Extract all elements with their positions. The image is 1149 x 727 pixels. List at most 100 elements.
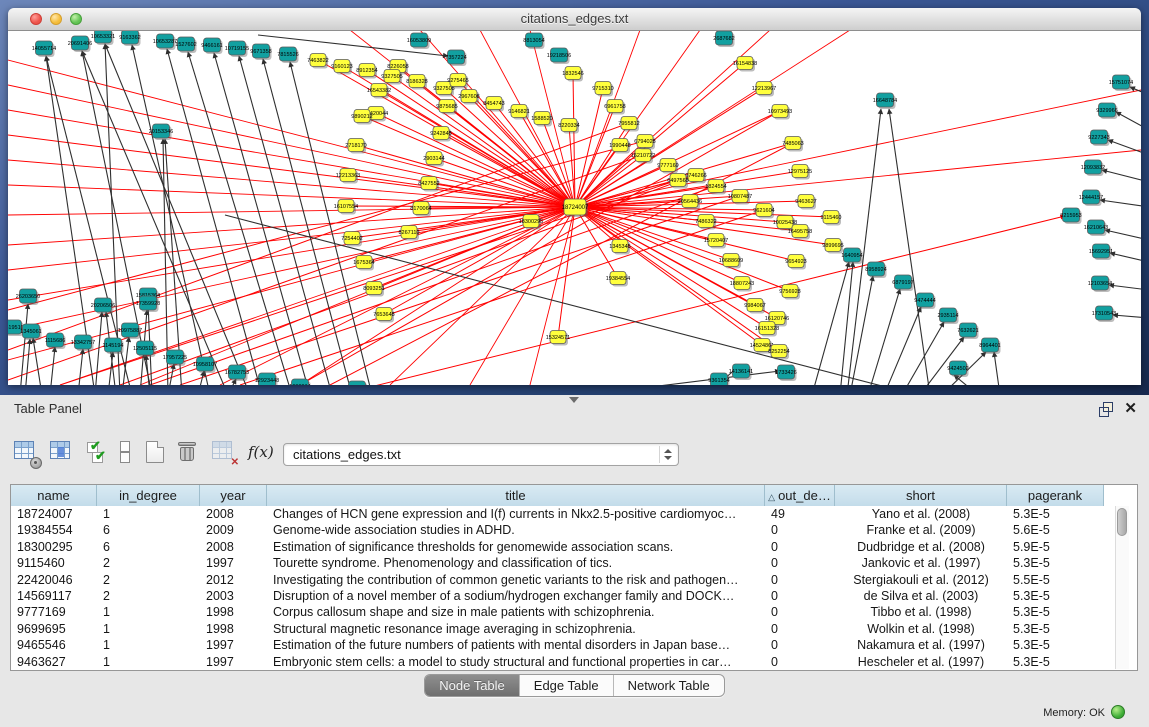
graph-node[interactable]: 7653648: [373, 308, 394, 323]
graph-node[interactable]: 8427552: [418, 177, 439, 192]
graph-node[interactable]: 10807487: [728, 190, 752, 205]
new-column-icon[interactable]: [146, 441, 170, 465]
graph-node[interactable]: 1345345: [609, 240, 630, 255]
graph-node[interactable]: 7485063: [782, 137, 803, 152]
graph-node[interactable]: 1527602: [175, 37, 196, 53]
graph-node[interactable]: 12213967: [752, 82, 776, 97]
show-columns-icon[interactable]: [50, 441, 74, 465]
graph-node[interactable]: 9777169: [657, 159, 678, 174]
graph-node[interactable]: 18724007: [562, 199, 589, 217]
graph-node[interactable]: 9984067: [744, 299, 765, 314]
graph-node[interactable]: 10653321: [91, 31, 115, 45]
graph-node[interactable]: 12923448: [255, 373, 279, 385]
graph-node[interactable]: 19218506: [547, 48, 571, 64]
graph-node[interactable]: 9474444: [914, 293, 935, 309]
table-mode-icon[interactable]: [14, 441, 38, 465]
column-header-short[interactable]: short: [835, 485, 1007, 506]
table-row[interactable]: 2242004622012Investigating the contribut…: [11, 572, 1137, 588]
graph-node[interactable]: 8093251: [363, 282, 384, 297]
graph-node[interactable]: 1115686: [45, 333, 66, 349]
graph-node[interactable]: 8958924: [865, 262, 886, 278]
graph-node[interactable]: 2903144: [423, 152, 444, 167]
graph-node[interactable]: 8964401: [979, 338, 1000, 354]
graph-node[interactable]: 12505115: [133, 341, 157, 357]
graph-node[interactable]: 19384554: [606, 272, 630, 287]
graph-node[interactable]: 2718170: [345, 139, 366, 154]
graph-node[interactable]: 8215953: [1060, 208, 1081, 224]
graph-node[interactable]: 10958107: [193, 357, 217, 373]
graph-node[interactable]: 9361354: [708, 373, 729, 385]
graph-node[interactable]: 7955812: [618, 117, 639, 132]
table-row[interactable]: 977716911998Corpus callosum shape and si…: [11, 604, 1137, 620]
graph-node[interactable]: 16648784: [873, 93, 897, 109]
graph-node[interactable]: 9621604: [753, 204, 774, 219]
graph-node[interactable]: 10973493: [768, 105, 792, 120]
graph-node[interactable]: 1345061: [20, 324, 41, 340]
graph-node[interactable]: 8220334: [558, 119, 579, 134]
graph-node[interactable]: 1990448: [609, 139, 630, 154]
graph-node[interactable]: 17310543: [1092, 306, 1116, 322]
column-header-pagerank[interactable]: pagerank: [1007, 485, 1104, 506]
graph-node[interactable]: 9715310: [592, 82, 613, 97]
graph-node[interactable]: 16210643: [1084, 220, 1108, 236]
graph-node[interactable]: 2935114: [937, 308, 958, 324]
column-header-title[interactable]: title: [267, 485, 765, 506]
graph-node[interactable]: 12213363: [336, 169, 360, 184]
graph-node[interactable]: 20691406: [68, 36, 92, 52]
table-row[interactable]: 1938455462009Genome-wide association stu…: [11, 522, 1137, 538]
table-selector-dropdown[interactable]: citations_edges.txt: [283, 443, 679, 466]
graph-node[interactable]: 9899695: [822, 239, 843, 254]
column-header-year[interactable]: year: [200, 485, 267, 506]
graph-node[interactable]: 12093832: [1081, 160, 1105, 176]
graph-node[interactable]: 7463822: [307, 54, 328, 69]
graph-node[interactable]: 2967608: [458, 90, 479, 105]
delete-column-icon[interactable]: [178, 441, 202, 465]
graph-node[interactable]: 6961758: [604, 100, 625, 115]
graph-node[interactable]: 1145194: [102, 338, 123, 354]
graph-node[interactable]: 8186328: [406, 75, 427, 90]
graph-node[interactable]: 16053809: [407, 33, 431, 49]
graph-node[interactable]: 9327505: [381, 70, 402, 85]
tab-node-table[interactable]: Node Table: [425, 675, 520, 696]
graph-node[interactable]: 16782753: [225, 365, 249, 381]
graph-node[interactable]: 2687682: [713, 31, 734, 47]
graph-node[interactable]: 9227343: [1088, 130, 1109, 146]
graph-node[interactable]: 17359928: [136, 296, 160, 312]
table-row[interactable]: 1830029562008Estimation of significance …: [11, 539, 1137, 555]
graph-node[interactable]: 1675364: [353, 256, 374, 271]
graph-node[interactable]: 8267110: [398, 226, 419, 241]
graph-node[interactable]: 9463627: [795, 195, 816, 210]
graph-node[interactable]: 1588520: [531, 112, 552, 127]
function-builder-icon[interactable]: f(x): [248, 443, 272, 467]
graph-node[interactable]: 16107554: [334, 200, 358, 215]
graph-node[interactable]: 7486322: [695, 215, 716, 230]
graph-node[interactable]: 7632621: [957, 323, 978, 339]
graph-node[interactable]: 10719155: [225, 41, 249, 57]
graph-node[interactable]: 1699914: [289, 379, 310, 385]
graph-node[interactable]: 9146821: [508, 105, 529, 120]
close-panel-icon[interactable]: ✕: [1124, 399, 1137, 417]
table-row[interactable]: 911546021997Tourette syndrome. Phenomeno…: [11, 555, 1137, 571]
graph-node[interactable]: 9654923: [785, 255, 806, 270]
table-row[interactable]: 1456911722003Disruption of a novel membe…: [11, 588, 1137, 604]
graph-node[interactable]: 9875685: [436, 100, 457, 115]
table-row[interactable]: 946362711997Embryonic stem cells: a mode…: [11, 654, 1137, 670]
graph-node[interactable]: 13342757: [71, 335, 95, 351]
graph-node[interactable]: 1832546: [562, 67, 583, 82]
graph-node[interactable]: 14136141: [729, 364, 753, 380]
graph-node[interactable]: 1824554: [705, 180, 726, 195]
graph-node[interactable]: 17957225: [163, 350, 187, 366]
graph-node[interactable]: 12444157: [1079, 190, 1103, 206]
graph-node[interactable]: 9424502: [947, 361, 968, 377]
graph-node[interactable]: 7357224: [445, 50, 466, 66]
tab-network-table[interactable]: Network Table: [614, 675, 724, 696]
graph-node[interactable]: 6497568: [667, 174, 688, 189]
graph-node[interactable]: 9756928: [779, 285, 800, 300]
table-row[interactable]: 969969511998Structural magnetic resonanc…: [11, 621, 1137, 637]
graph-node[interactable]: 9160123: [331, 60, 352, 75]
row-height-icon[interactable]: [118, 441, 142, 465]
graph-node[interactable]: 15692951: [1089, 244, 1113, 260]
graph-node[interactable]: 9242848: [430, 127, 451, 142]
graph-node[interactable]: 15751074: [1109, 75, 1133, 91]
float-panel-icon[interactable]: [1099, 402, 1113, 416]
